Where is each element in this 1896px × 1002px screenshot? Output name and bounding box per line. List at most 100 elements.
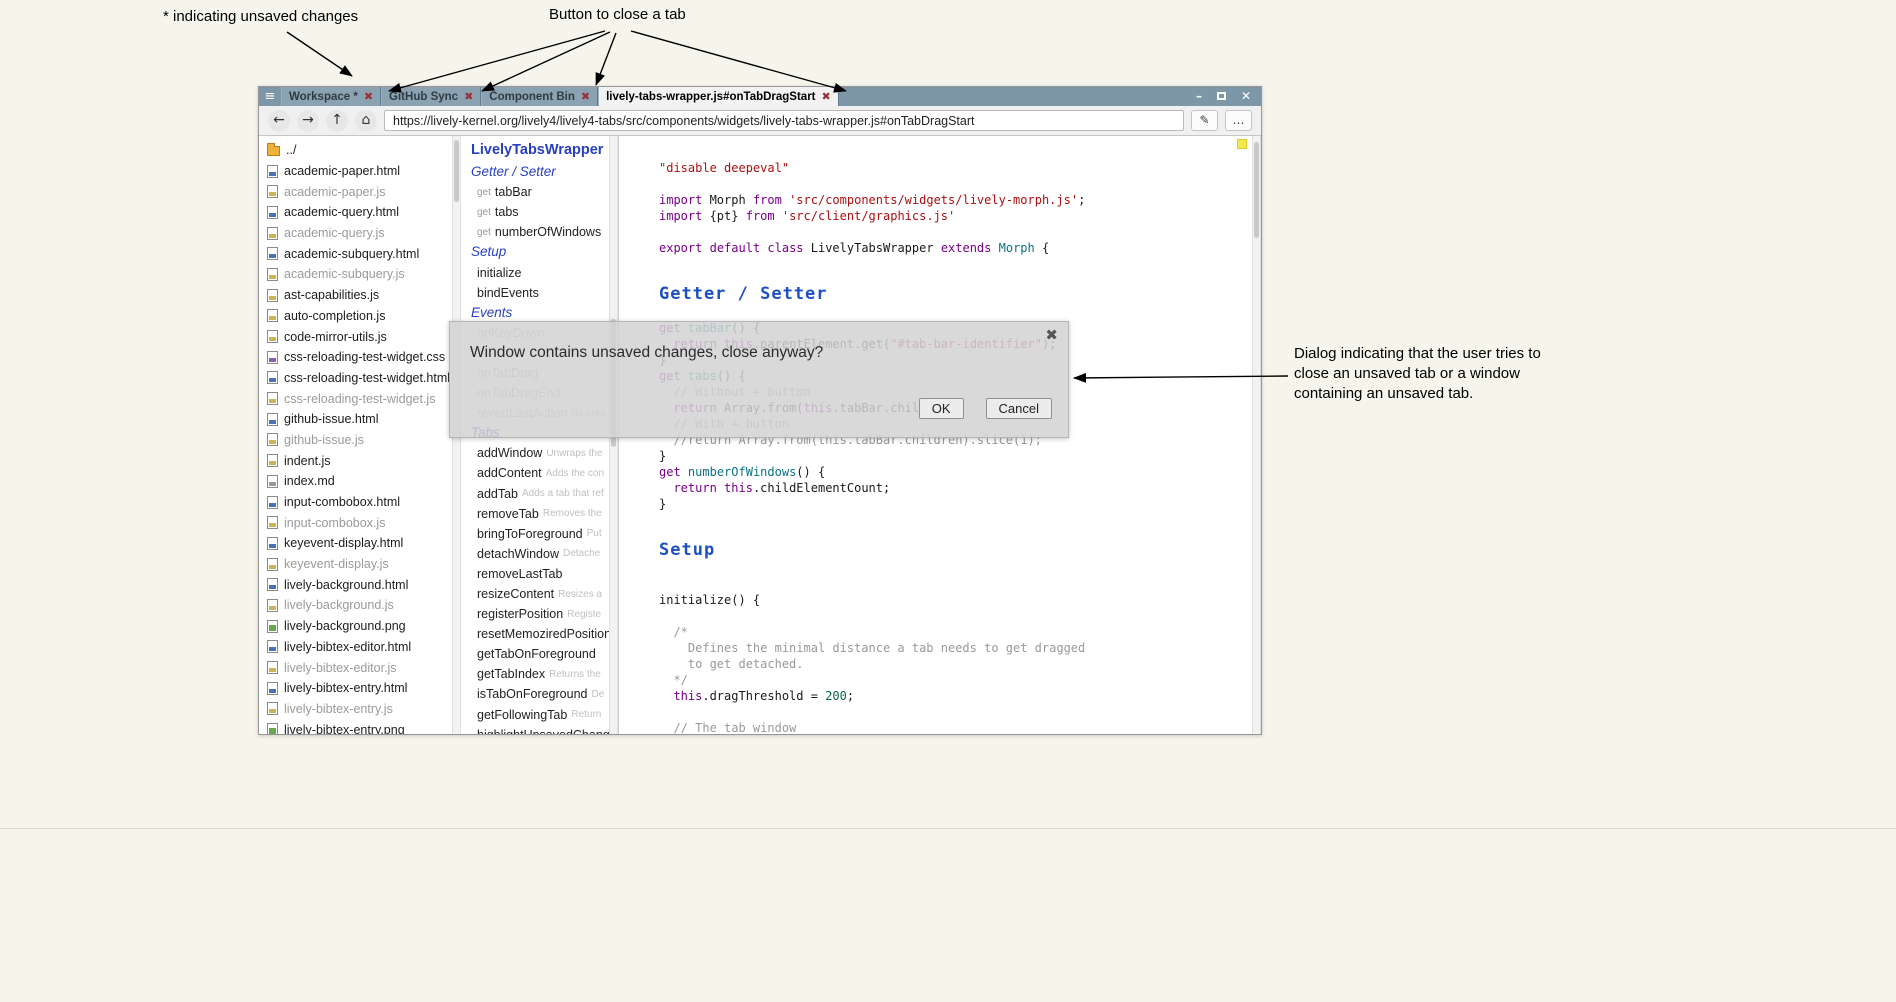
outline-item[interactable]: registerPositionRegiste	[471, 604, 610, 624]
file-item[interactable]: input-combobox.js	[259, 512, 452, 533]
outline-item[interactable]: bringToForegroundPut	[471, 524, 610, 544]
tab[interactable]: lively-tabs-wrapper.js#onTabDragStart✖	[598, 87, 839, 106]
outline-item[interactable]: detachWindowDetache	[471, 544, 610, 564]
js-file-icon	[267, 289, 278, 302]
outline-item-note: Returns the	[549, 669, 601, 680]
html-file-icon	[267, 371, 278, 384]
code-line	[659, 512, 1237, 528]
window-titlebar: ≡ Workspace *✖GitHub Sync✖Component Bin✖…	[259, 87, 1261, 106]
file-item[interactable]: academic-subquery.js	[259, 264, 452, 285]
outline-item[interactable]: addWindowUnwraps the	[471, 443, 610, 463]
outline-item[interactable]: initialize	[471, 262, 610, 282]
file-item[interactable]: academic-paper.html	[259, 161, 452, 182]
outline-item[interactable]: gettabBar	[471, 182, 610, 202]
outline-item[interactable]: isTabOnForegroundDe	[471, 684, 610, 704]
file-name: github-issue.js	[284, 433, 364, 447]
file-item[interactable]: index.md	[259, 471, 452, 492]
file-item[interactable]: lively-background.html	[259, 574, 452, 595]
file-item[interactable]: input-combobox.html	[259, 492, 452, 513]
tab-close-icon[interactable]: ✖	[464, 90, 473, 103]
outline-item[interactable]: highlightUnsavedChanges	[471, 725, 610, 734]
outline-item-label: resizeContent	[477, 587, 554, 601]
file-name: lively-bibtex-entry.png	[284, 723, 405, 734]
tab[interactable]: GitHub Sync✖	[381, 87, 481, 106]
file-item[interactable]: indent.js	[259, 450, 452, 471]
scrollbar-thumb[interactable]	[454, 140, 459, 202]
file-name: lively-bibtex-editor.js	[284, 661, 397, 675]
scrollbar-thumb[interactable]	[1254, 142, 1259, 238]
outline-item[interactable]: resizeContentResizes a	[471, 584, 610, 604]
minimize-button[interactable]: –	[1196, 87, 1202, 106]
menu-icon[interactable]: ≡	[259, 87, 281, 106]
up-button[interactable]: ↑	[326, 110, 348, 132]
outline-item-note: Return	[571, 709, 601, 720]
html-file-icon	[267, 247, 278, 260]
window-close-button[interactable]: ✕	[1241, 87, 1251, 106]
home-button[interactable]: ⌂	[355, 110, 377, 132]
tab-close-icon[interactable]: ✖	[364, 90, 373, 103]
ok-button[interactable]: OK	[919, 398, 964, 419]
tab-close-icon[interactable]: ✖	[822, 90, 831, 103]
js-file-icon	[267, 516, 278, 529]
file-item[interactable]: ../	[259, 140, 452, 161]
getter-prefix: get	[477, 187, 491, 198]
file-item[interactable]: academic-query.html	[259, 202, 452, 223]
code-section-heading: Getter / Setter	[659, 286, 1237, 302]
back-button[interactable]: ←	[268, 110, 290, 132]
tab-close-icon[interactable]: ✖	[581, 90, 590, 103]
outline-item[interactable]: getTabIndexReturns the	[471, 664, 610, 684]
file-item[interactable]: lively-background.png	[259, 616, 452, 637]
cancel-button[interactable]: Cancel	[986, 398, 1052, 419]
file-item[interactable]: auto-completion.js	[259, 306, 452, 327]
outline-item[interactable]: removeTabRemoves the	[471, 504, 610, 524]
maximize-button[interactable]	[1217, 87, 1226, 106]
js-file-icon	[267, 702, 278, 715]
dialog-close-icon[interactable]: ✖	[1045, 326, 1058, 344]
outline-item[interactable]: removeLastTab	[471, 564, 610, 584]
code-scrollbar[interactable]	[1252, 136, 1261, 734]
tab[interactable]: Component Bin✖	[481, 87, 598, 106]
file-item[interactable]: keyevent-display.js	[259, 554, 452, 575]
file-item[interactable]: lively-background.js	[259, 595, 452, 616]
edit-button[interactable]: ✎	[1191, 110, 1218, 131]
file-item[interactable]: academic-query.js	[259, 223, 452, 244]
outline-item[interactable]: getnumberOfWindows	[471, 222, 610, 242]
outline-item-note: De	[591, 689, 604, 700]
file-item[interactable]: github-issue.js	[259, 430, 452, 451]
file-item[interactable]: lively-bibtex-entry.html	[259, 678, 452, 699]
file-item[interactable]: lively-bibtex-entry.png	[259, 719, 452, 734]
outline-item-note: Removes the	[543, 508, 602, 519]
forward-button[interactable]: →	[297, 110, 319, 132]
lively-browser-window: ≡ Workspace *✖GitHub Sync✖Component Bin✖…	[258, 86, 1262, 735]
file-item[interactable]: lively-bibtex-entry.js	[259, 699, 452, 720]
file-item[interactable]: keyevent-display.html	[259, 533, 452, 554]
file-item[interactable]: css-reloading-test-widget.html	[259, 368, 452, 389]
file-item[interactable]: github-issue.html	[259, 409, 452, 430]
file-item[interactable]: code-mirror-utils.js	[259, 326, 452, 347]
outline-item[interactable]: resetMemoziredPosition	[471, 624, 610, 644]
outline-section-header[interactable]: Setup	[471, 242, 610, 262]
outline-item[interactable]: bindEvents	[471, 283, 610, 303]
outline-item[interactable]: addTabAdds a tab that ref	[471, 484, 610, 504]
outline-section-header[interactable]: Events	[471, 303, 610, 323]
outline-section-header[interactable]: Getter / Setter	[471, 162, 610, 182]
file-item[interactable]: academic-subquery.html	[259, 243, 452, 264]
outline-item-label: addContent	[477, 466, 542, 480]
outline-item[interactable]: getTabOnForeground	[471, 644, 610, 664]
file-item[interactable]: ast-capabilities.js	[259, 285, 452, 306]
file-item[interactable]: lively-bibtex-editor.js	[259, 657, 452, 678]
file-item[interactable]: academic-paper.js	[259, 181, 452, 202]
file-item[interactable]: lively-bibtex-editor.html	[259, 637, 452, 658]
code-line: export default class LivelyTabsWrapper e…	[659, 240, 1237, 256]
url-input[interactable]	[384, 110, 1184, 131]
file-item[interactable]: css-reloading-test-widget.js	[259, 388, 452, 409]
html-file-icon	[267, 537, 278, 550]
outline-item[interactable]: addContentAdds the con	[471, 463, 610, 483]
file-name: css-reloading-test-widget.html	[284, 371, 450, 385]
outline-item[interactable]: getFollowingTabReturn	[471, 705, 610, 725]
outline-item[interactable]: gettabs	[471, 202, 610, 222]
code-line: }	[659, 496, 1237, 512]
tab[interactable]: Workspace *✖	[281, 87, 381, 106]
more-button[interactable]: …	[1225, 110, 1252, 131]
file-item[interactable]: css-reloading-test-widget.css	[259, 347, 452, 368]
